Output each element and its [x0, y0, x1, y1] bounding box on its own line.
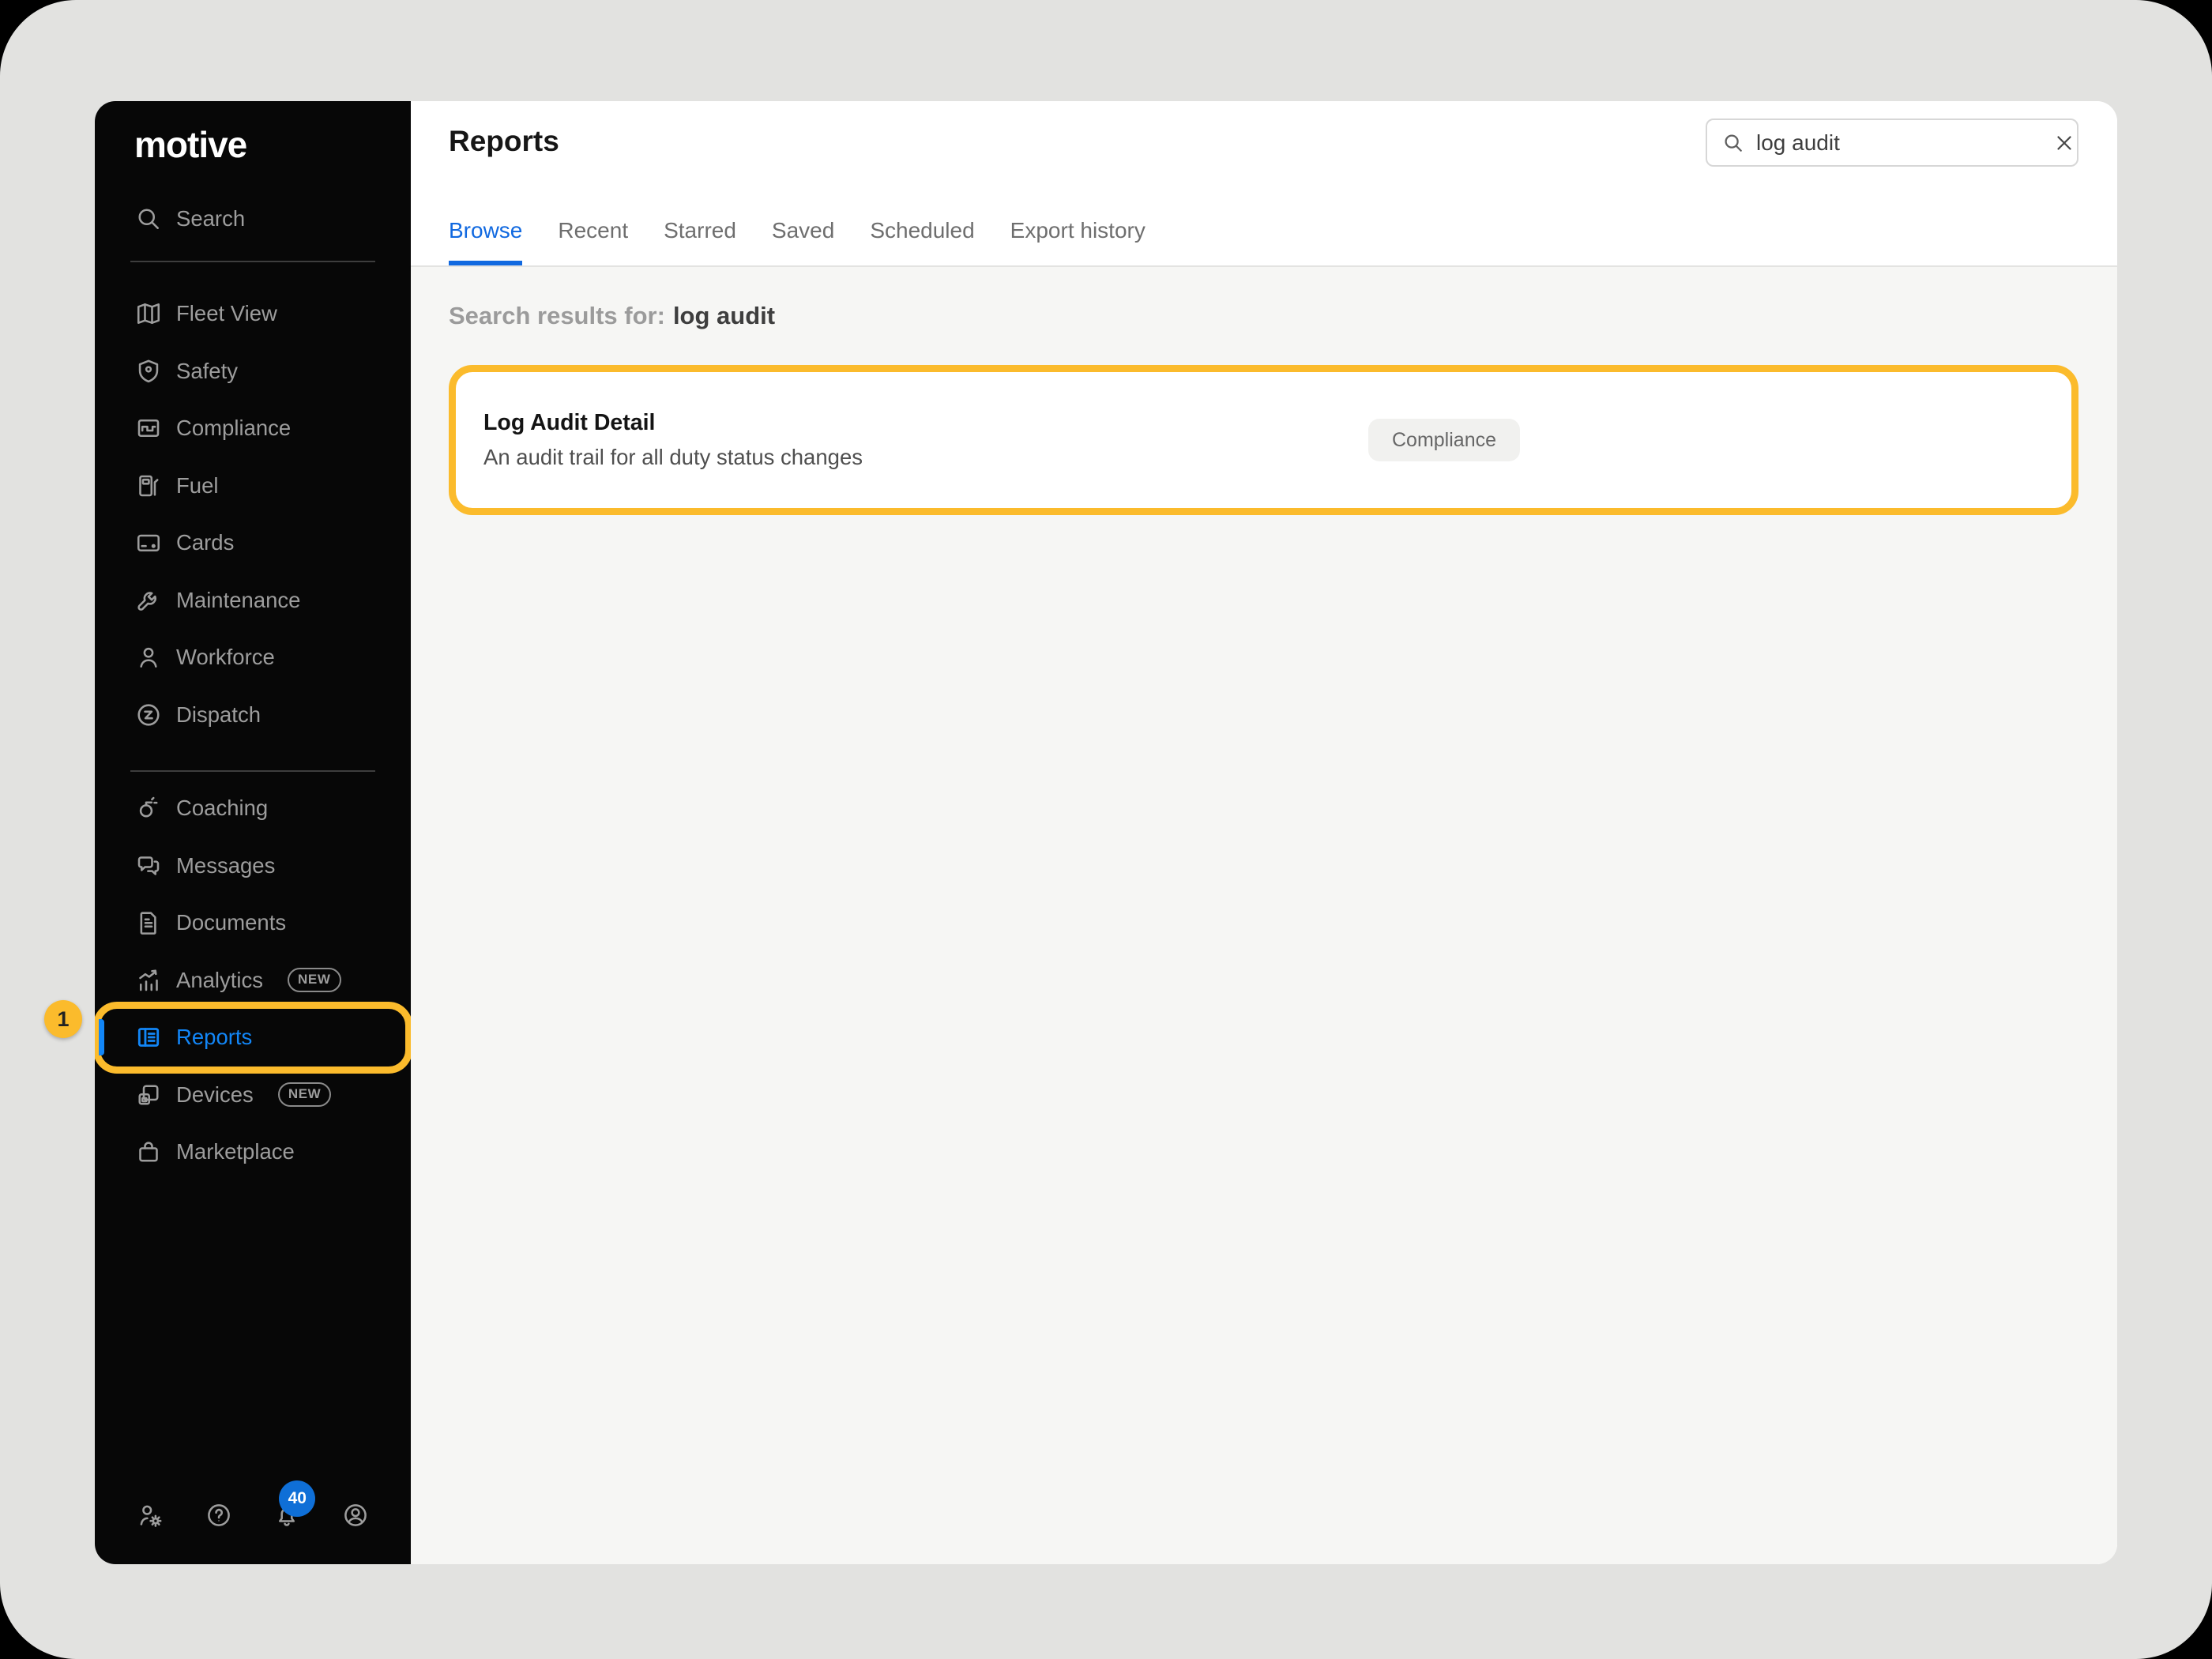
sidebar-item-label: Reports: [176, 1025, 252, 1050]
search-icon: [134, 205, 163, 233]
fuel-pump-icon: [134, 472, 163, 500]
sidebar-secondary-group: Coaching Messages Do: [95, 780, 411, 1181]
reports-tabs: Browse Recent Starred Saved Scheduled Ex…: [449, 210, 1146, 265]
step-annotation-badge: 1: [44, 1000, 82, 1038]
sidebar-item-label: Documents: [176, 910, 286, 935]
shield-icon: [134, 357, 163, 386]
sidebar-footer: 40: [95, 1498, 411, 1533]
results-heading-query: log audit: [673, 302, 775, 329]
sidebar-item-search[interactable]: Search: [95, 190, 411, 247]
tab-starred[interactable]: Starred: [664, 210, 736, 265]
search-input[interactable]: [1756, 130, 2041, 156]
sidebar-item-label: Devices: [176, 1082, 254, 1108]
tab-saved[interactable]: Saved: [772, 210, 834, 265]
sidebar-item-label: Analytics: [176, 968, 263, 993]
profile-button[interactable]: [341, 1501, 370, 1529]
sidebar-item-label: Search: [176, 206, 245, 231]
person-icon: [134, 643, 163, 672]
sidebar-item-label: Messages: [176, 853, 275, 878]
tab-recent[interactable]: Recent: [558, 210, 628, 265]
sidebar-item-label: Fuel: [176, 473, 219, 498]
results-heading: Search results for: log audit: [449, 302, 775, 330]
sidebar-item-devices[interactable]: Devices NEW: [95, 1066, 411, 1124]
tab-browse[interactable]: Browse: [449, 210, 522, 265]
clear-search-icon[interactable]: [2052, 131, 2076, 155]
route-icon: [134, 701, 163, 729]
sidebar-item-label: Workforce: [176, 645, 275, 670]
sidebar-item-dispatch[interactable]: Dispatch: [95, 687, 411, 744]
sidebar-item-reports[interactable]: Reports: [95, 1009, 411, 1066]
sidebar-item-label: Maintenance: [176, 588, 300, 613]
new-badge: NEW: [278, 1082, 331, 1107]
sidebar-item-label: Dispatch: [176, 702, 261, 728]
sidebar-primary-group: Fleet View Safety Compliance: [95, 285, 411, 743]
sidebar-item-fleet-view[interactable]: Fleet View: [95, 285, 411, 343]
tab-label: Starred: [664, 218, 736, 243]
result-description: An audit trail for all duty status chang…: [483, 445, 2071, 470]
analytics-icon: [134, 966, 163, 995]
result-card-log-audit-detail[interactable]: Log Audit Detail An audit trail for all …: [449, 365, 2078, 515]
tab-label: Recent: [558, 218, 628, 243]
tab-label: Browse: [449, 218, 522, 243]
flowchart-icon: [134, 414, 163, 442]
sidebar-item-safety[interactable]: Safety: [95, 343, 411, 401]
active-indicator-bar: [99, 1019, 104, 1055]
tab-label: Export history: [1010, 218, 1146, 243]
tab-label: Scheduled: [870, 218, 974, 243]
search-icon: [1721, 131, 1745, 155]
tab-label: Saved: [772, 218, 834, 243]
sidebar-item-label: Cards: [176, 530, 234, 555]
tab-export-history[interactable]: Export history: [1010, 210, 1146, 265]
sidebar-item-label: Compliance: [176, 416, 291, 441]
profile-icon: [341, 1501, 370, 1529]
wrench-icon: [134, 586, 163, 615]
report-icon: [134, 1023, 163, 1051]
sidebar-item-compliance[interactable]: Compliance: [95, 400, 411, 457]
credit-card-icon: [134, 529, 163, 557]
new-badge: NEW: [288, 968, 340, 992]
results-content: Search results for: log audit Log Audit D…: [411, 267, 2117, 1564]
sidebar-item-messages[interactable]: Messages: [95, 837, 411, 895]
sidebar-item-marketplace[interactable]: Marketplace: [95, 1123, 411, 1181]
tab-scheduled[interactable]: Scheduled: [870, 210, 974, 265]
sidebar-item-label: Fleet View: [176, 301, 277, 326]
page-title: Reports: [449, 125, 559, 158]
help-icon: [205, 1501, 233, 1529]
sidebar-item-workforce[interactable]: Workforce: [95, 629, 411, 687]
sidebar-item-maintenance[interactable]: Maintenance: [95, 572, 411, 630]
reports-search-box: [1706, 118, 2078, 167]
user-gear-icon: [136, 1501, 164, 1529]
chat-icon: [134, 852, 163, 880]
results-heading-prefix: Search results for:: [449, 302, 665, 329]
sidebar-item-coaching[interactable]: Coaching: [95, 780, 411, 837]
admin-button[interactable]: [136, 1501, 164, 1529]
sidebar: motive Search Fleet View: [95, 101, 411, 1564]
sidebar-item-label: Coaching: [176, 796, 268, 821]
sidebar-divider: [130, 261, 375, 262]
sidebar-item-label: Safety: [176, 359, 238, 384]
notification-count-badge[interactable]: 40: [279, 1480, 315, 1517]
sidebar-item-cards[interactable]: Cards: [95, 514, 411, 572]
result-title: Log Audit Detail: [483, 410, 2071, 436]
sidebar-item-documents[interactable]: Documents: [95, 894, 411, 952]
category-badge: Compliance: [1368, 419, 1520, 461]
bag-icon: [134, 1138, 163, 1166]
sidebar-item-analytics[interactable]: Analytics NEW: [95, 952, 411, 1010]
screenshot-stage: motive Search Fleet View: [0, 0, 2212, 1659]
notifications-button[interactable]: 40: [273, 1501, 301, 1529]
motive-logo: motive: [134, 123, 246, 166]
app-window: motive Search Fleet View: [95, 101, 2117, 1564]
whistle-icon: [134, 794, 163, 822]
sidebar-item-label: Marketplace: [176, 1139, 295, 1164]
map-icon: [134, 299, 163, 328]
document-icon: [134, 908, 163, 937]
sidebar-item-fuel[interactable]: Fuel: [95, 457, 411, 515]
sidebar-divider: [130, 770, 375, 772]
background-canvas: motive Search Fleet View: [0, 0, 2212, 1659]
devices-icon: [134, 1081, 163, 1109]
help-button[interactable]: [205, 1501, 233, 1529]
main-area: Reports Browse Recent Starred Saved Sche: [411, 101, 2117, 1564]
